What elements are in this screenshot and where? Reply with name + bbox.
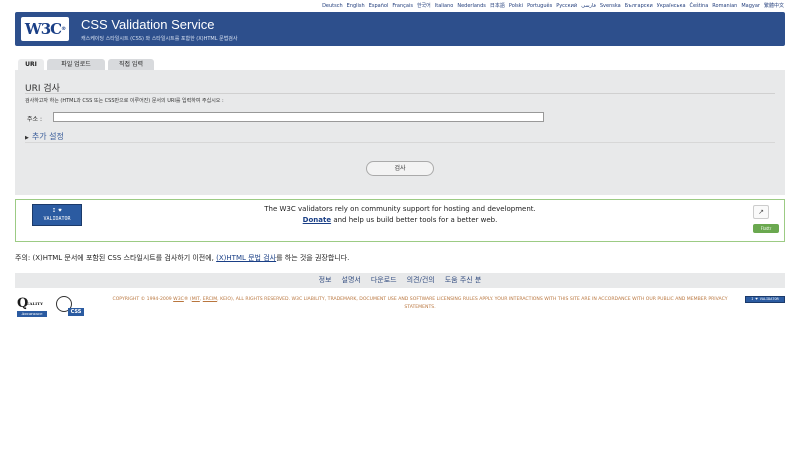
w3c-logo[interactable]: W3C® xyxy=(21,17,69,41)
language-link[interactable]: Italiano xyxy=(435,3,454,9)
language-bar: Deutsch English Español Français 한국어 Italiano… xyxy=(318,2,784,9)
note-prefix: 주의: (X)HTML 문서에 포함된 CSS 스타일시트를 검사하기 이전에, xyxy=(15,254,217,262)
donate-text-2: Donate and help us build better tools fo… xyxy=(16,216,784,224)
page-subtitle: 캐스케이딩 스타일시트 (CSS) 와 스타일시트를 포함한 (X)HTML 문… xyxy=(81,36,238,42)
language-link[interactable]: Deutsch xyxy=(322,3,343,9)
language-link[interactable]: Français xyxy=(392,3,413,9)
note-suffix: 를 하는 것을 권장합니다. xyxy=(276,254,350,262)
flattr-label: Flattr xyxy=(760,226,772,231)
qa-assurance: Assurance xyxy=(17,311,47,317)
check-button[interactable]: 검사 xyxy=(366,161,434,176)
logo-text: W3C xyxy=(24,20,62,38)
language-link[interactable]: فارسی xyxy=(581,3,596,9)
language-link[interactable]: Nederlands xyxy=(457,3,486,9)
w3c-link[interactable]: W3C xyxy=(173,297,184,302)
footer-nav-link[interactable]: 설명서 xyxy=(342,276,361,284)
uri-input[interactable] xyxy=(53,112,544,122)
copyright-text: , KEIO), ALL RIGHTS RESERVED. W3C LIABIL… xyxy=(217,297,728,310)
language-link[interactable]: 繁體中文 xyxy=(764,3,784,9)
footer-nav-link[interactable]: 다운로드 xyxy=(371,276,397,284)
donate-text: The W3C validators rely on community sup… xyxy=(264,205,536,213)
donate-box: I ♥ VALIDATOR The W3C validators rely on… xyxy=(15,199,785,242)
divider xyxy=(25,93,775,94)
language-link[interactable]: 한국어 xyxy=(417,3,431,9)
copyright-text: ® ( xyxy=(183,297,192,302)
language-link[interactable]: Magyar xyxy=(741,3,760,9)
address-label: 주소 : xyxy=(27,116,42,123)
language-link[interactable]: Български xyxy=(625,3,653,9)
more-options-toggle[interactable]: ▶ 추가 설정 xyxy=(25,131,64,142)
footer-nav: 정보 설명서 다운로드 의견/건의 도움 주신 분 xyxy=(15,273,785,288)
flattr-button[interactable]: Flattr xyxy=(753,224,779,233)
copyright: COPYRIGHT © 1994-2009 W3C® (MIT, ERCIM, … xyxy=(100,296,740,312)
language-link[interactable]: Čeština xyxy=(690,3,709,9)
logo-mark: ® xyxy=(61,26,66,32)
qa-logo[interactable]: Q UALITY Assurance xyxy=(17,296,47,319)
language-link[interactable]: Português xyxy=(527,3,552,9)
language-link[interactable]: 日本語 xyxy=(490,3,505,9)
footer-nav-link[interactable]: 도움 주신 분 xyxy=(445,276,482,284)
ercim-link[interactable]: ERCIM xyxy=(203,297,217,302)
qa-quality: UALITY xyxy=(26,301,43,306)
html-validator-link[interactable]: (X)HTML 문법 검사 xyxy=(216,254,276,262)
divider xyxy=(25,142,775,143)
page-title: CSS Validation Service xyxy=(81,17,215,32)
donate-text-rest: and help us build better tools for a bet… xyxy=(331,216,498,224)
language-link[interactable]: Русский xyxy=(556,3,577,9)
language-link[interactable]: English xyxy=(347,3,365,9)
css-badge: CSS xyxy=(68,308,84,316)
triangle-right-icon: ▶ xyxy=(25,135,29,141)
footer-nav-link[interactable]: 정보 xyxy=(319,276,332,284)
mini-validator-badge[interactable]: I ♥ VALIDATOR xyxy=(745,296,785,303)
language-link[interactable]: Polski xyxy=(509,3,523,9)
uri-panel: URI 검사 검사하고자 하는 (HTML과 CSS 또는 CSS만으로 이루어… xyxy=(15,70,785,195)
copyright-text: COPYRIGHT © 1994-2009 xyxy=(112,297,174,302)
share-button[interactable]: ↗ xyxy=(753,205,769,219)
mit-link[interactable]: MIT xyxy=(192,297,200,302)
language-link[interactable]: Svenska xyxy=(600,3,621,9)
share-icon: ↗ xyxy=(758,208,764,216)
language-link[interactable]: Romanian xyxy=(712,3,737,9)
donate-link[interactable]: Donate xyxy=(303,216,331,224)
language-link[interactable]: Українська xyxy=(657,3,686,9)
header-banner: W3C® CSS Validation Service 캐스케이딩 스타일시트 … xyxy=(15,12,785,46)
language-link[interactable]: Español xyxy=(369,3,389,9)
note-text: 주의: (X)HTML 문서에 포함된 CSS 스타일시트를 검사하기 이전에,… xyxy=(15,253,349,263)
footer-nav-link[interactable]: 의견/건의 xyxy=(407,276,435,284)
panel-description: 검사하고자 하는 (HTML과 CSS 또는 CSS만으로 이루어진) 문서의 … xyxy=(25,98,224,104)
css-logo[interactable]: CSS xyxy=(52,296,84,319)
more-options-label: 추가 설정 xyxy=(31,132,64,141)
